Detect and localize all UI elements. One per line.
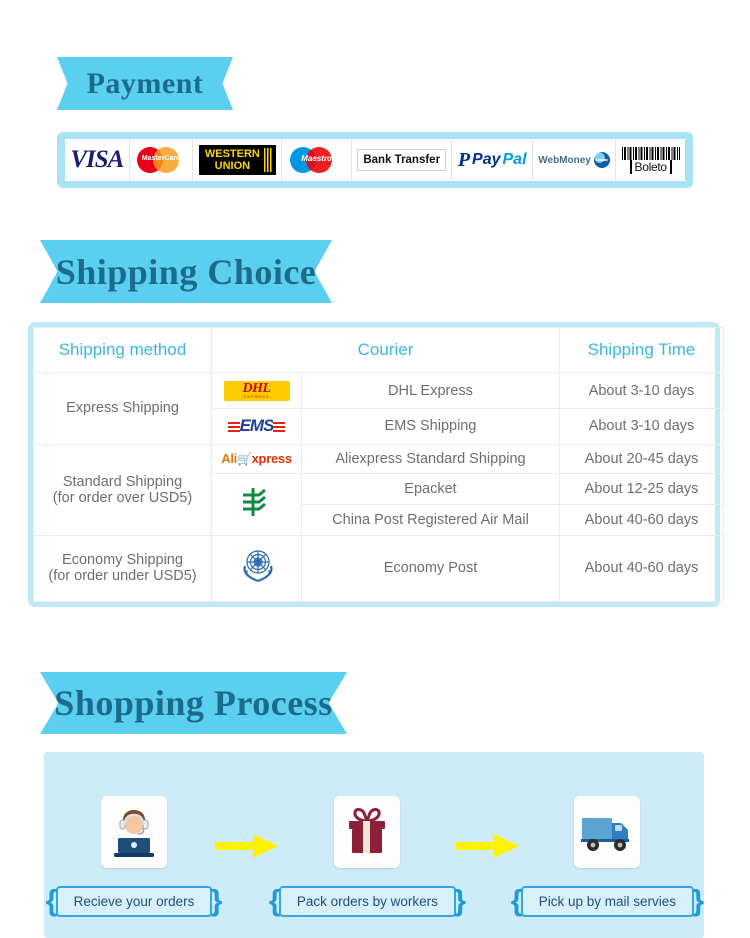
step-3-label: Pick up by mail servies (520, 886, 695, 917)
webmoney-globe-icon (593, 152, 610, 168)
aliexpress-logo: Ali🛒xpress (221, 451, 292, 466)
delivery-truck-icon (581, 818, 630, 851)
payment-section-banner: Payment (57, 57, 233, 110)
table-row: Standard Shipping (for order over USD5) … (33, 443, 724, 536)
un-logo (237, 546, 277, 584)
paypal-logo: P Pay Pal (458, 149, 527, 172)
bank-transfer-logo: Bank Transfer (357, 149, 447, 171)
payment-method-boleto: Boleto (616, 139, 685, 181)
cell-courier-ems: EMS Shipping (301, 408, 560, 445)
payment-method-western-union: WESTERN UNION (193, 139, 283, 181)
payment-methods-strip: VISA MasterCard WESTERN UNION Maestro Ba… (57, 132, 693, 188)
cell-courier-dhl: DHL Express (301, 371, 560, 410)
cell-courier-epacket: Epacket (301, 473, 560, 506)
product-info-page: Payment VISA MasterCard WESTERN UNION Ma… (0, 0, 750, 938)
step-2-label: Pack orders by workers (278, 886, 456, 917)
header-shipping-time: Shipping Time (559, 327, 724, 373)
process-step-3: Pick up by mail servies (520, 796, 695, 917)
payment-section-title: Payment (86, 66, 204, 100)
western-union-logo: WESTERN UNION (198, 145, 276, 175)
payment-method-visa: VISA (65, 139, 130, 181)
payment-method-mastercard: MasterCard (129, 139, 194, 181)
payment-method-paypal: P Pay Pal (452, 139, 533, 181)
process-step-1: Recieve your orders (54, 796, 214, 917)
cell-time-dhl: About 3-10 days (559, 371, 724, 410)
payment-method-bank-transfer: Bank Transfer (351, 139, 453, 181)
cell-method-standard-line2: (for order over USD5) (52, 489, 193, 506)
ems-stripes-right (273, 420, 286, 433)
cell-courier-aliexpress: Aliexpress Standard Shipping (301, 443, 560, 475)
header-shipping-method: Shipping method (33, 327, 212, 373)
table-row: Economy Shipping (for order under USD5) (33, 534, 724, 603)
cell-method-economy: Economy Shipping (for order under USD5) (33, 534, 212, 603)
process-arrow-1 (214, 810, 280, 882)
process-step-2: Pack orders by workers (278, 796, 456, 917)
step-2-icon-frame (334, 796, 401, 868)
china-post-logo (239, 487, 275, 526)
cell-time-aliexpress: About 20-45 days (559, 443, 724, 475)
webmoney-logo: WebMoney (538, 152, 610, 168)
header-courier: Courier (211, 327, 560, 373)
cell-time-economy-post: About 40-60 days (559, 534, 724, 603)
cell-logo-ems: EMS (211, 408, 302, 445)
dhl-logo-text: DHL (242, 381, 271, 397)
maestro-label: Maestro (301, 154, 332, 163)
shipping-section-banner: Shipping Choice (40, 240, 332, 303)
payment-method-webmoney: WebMoney (532, 139, 617, 181)
boleto-logo: Boleto (621, 146, 680, 174)
step-1-label: Recieve your orders (55, 886, 213, 917)
maestro-logo: Maestro (288, 145, 346, 175)
cell-courier-economy-post: Economy Post (301, 534, 560, 603)
paypal-pay-text: Pay (472, 151, 501, 168)
paypal-pal-text: Pal (502, 151, 527, 168)
mastercard-logo: MasterCard (135, 145, 187, 175)
shopping-process-box: Recieve your orders Pack ord (44, 752, 704, 938)
cell-method-economy-line2: (for order under USD5) (48, 568, 197, 585)
ems-logo-text: EMS (239, 416, 275, 436)
table-row: Express Shipping DHL EXPRESS DHL Express… (33, 371, 724, 445)
ems-logo: EMS (227, 416, 286, 436)
dhl-logo-sub: EXPRESS (243, 394, 270, 400)
process-section-banner: Shopping Process (40, 672, 347, 734)
payment-method-maestro: Maestro (282, 139, 352, 181)
webmoney-label: WebMoney (538, 154, 591, 166)
table-header-row: Shipping method Courier Shipping Time (33, 327, 724, 373)
visa-logo: VISA (70, 146, 124, 173)
shipping-table-container: Shipping method Courier Shipping Time Ex… (28, 322, 724, 607)
ems-stripes-left (227, 420, 240, 433)
cell-logo-un (211, 534, 302, 603)
arrow-right-icon (214, 834, 278, 858)
barcode-icon (621, 146, 680, 160)
cell-logo-dhl: DHL EXPRESS (211, 371, 302, 410)
western-union-line1: WESTERN (204, 148, 260, 160)
step-3-icon-frame (574, 796, 641, 868)
western-union-line2: UNION (214, 160, 251, 172)
boleto-label: Boleto (629, 159, 672, 174)
cell-method-standard-line1: Standard Shipping (62, 473, 183, 490)
process-steps: Recieve your orders Pack ord (44, 752, 704, 938)
shipping-table: Shipping method Courier Shipping Time Ex… (33, 327, 724, 603)
cell-method-express: Express Shipping (33, 372, 212, 445)
aliexpress-ali-text: Ali (221, 451, 237, 466)
shipping-section-title: Shipping Choice (55, 251, 317, 292)
cell-method-standard: Standard Shipping (for order over USD5) (33, 443, 212, 536)
step-1-icon-frame (101, 796, 168, 868)
cell-time-ems: About 3-10 days (559, 408, 724, 445)
paypal-p-mark: P (457, 148, 471, 171)
cell-courier-china-post-air-mail: China Post Registered Air Mail (301, 504, 560, 536)
aliexpress-xpress-text: xpress (251, 451, 292, 466)
process-section-title: Shopping Process (54, 683, 333, 723)
arrow-right-icon (455, 834, 519, 858)
cell-logo-aliexpress: Ali🛒xpress (211, 443, 302, 475)
process-arrow-2 (455, 810, 521, 882)
cell-method-economy-line1: Economy Shipping (62, 552, 183, 569)
cell-time-epacket: About 12-25 days (559, 473, 724, 506)
shopping-cart-icon: 🛒 (236, 452, 252, 466)
dhl-logo: DHL EXPRESS (223, 381, 290, 402)
support-agent-icon (114, 810, 155, 857)
cell-time-china-post-air-mail: About 40-60 days (559, 504, 724, 536)
cell-logo-china-post (211, 473, 302, 536)
mastercard-label: MasterCard (141, 155, 181, 162)
gift-box-icon (349, 808, 386, 853)
